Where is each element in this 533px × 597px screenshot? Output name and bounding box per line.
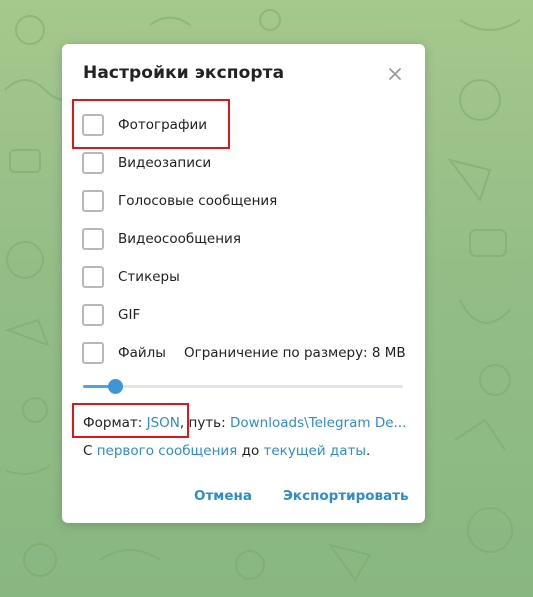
- option-stickers[interactable]: Стикеры: [82, 264, 412, 290]
- range-suffix: .: [366, 443, 371, 459]
- highlight-format: [72, 403, 189, 438]
- slider-thumb[interactable]: [107, 379, 123, 394]
- option-label: Голосовые сообщения: [118, 193, 278, 209]
- option-voice-messages[interactable]: Голосовые сообщения: [82, 188, 412, 214]
- option-videos[interactable]: Видеозаписи: [82, 150, 412, 176]
- range-line: С первого сообщения до текущей даты.: [83, 443, 370, 459]
- option-label: GIF: [118, 307, 141, 323]
- option-label: Стикеры: [118, 269, 180, 285]
- checkbox[interactable]: [82, 190, 104, 212]
- option-label: Видеозаписи: [118, 155, 212, 171]
- size-limit-label: Ограничение по размеру: 8 MB: [183, 345, 406, 361]
- checkbox[interactable]: [82, 342, 104, 364]
- option-gif[interactable]: GIF: [82, 302, 412, 328]
- path-link[interactable]: Downloads\Telegram De...: [230, 415, 406, 431]
- checkbox[interactable]: [82, 304, 104, 326]
- option-files[interactable]: Файлы Ограничение по размеру: 8 MB: [82, 340, 412, 366]
- option-label: Файлы: [118, 345, 166, 361]
- checkbox[interactable]: [82, 266, 104, 288]
- export-button[interactable]: Экспортировать: [283, 488, 409, 504]
- dialog-title: Настройки экспорта: [83, 63, 285, 83]
- highlight-photos: [72, 99, 230, 149]
- option-label: Видеосообщения: [118, 231, 241, 247]
- option-video-messages[interactable]: Видеосообщения: [82, 226, 412, 252]
- size-limit-slider[interactable]: [83, 377, 403, 397]
- from-link[interactable]: первого сообщения: [97, 443, 238, 459]
- close-icon[interactable]: [386, 65, 404, 83]
- slider-track: [83, 385, 403, 388]
- range-middle: до: [241, 443, 260, 459]
- to-link[interactable]: текущей даты: [264, 443, 367, 459]
- range-prefix: С: [83, 443, 93, 459]
- checkbox[interactable]: [82, 228, 104, 250]
- checkbox[interactable]: [82, 152, 104, 174]
- cancel-button[interactable]: Отмена: [194, 488, 252, 504]
